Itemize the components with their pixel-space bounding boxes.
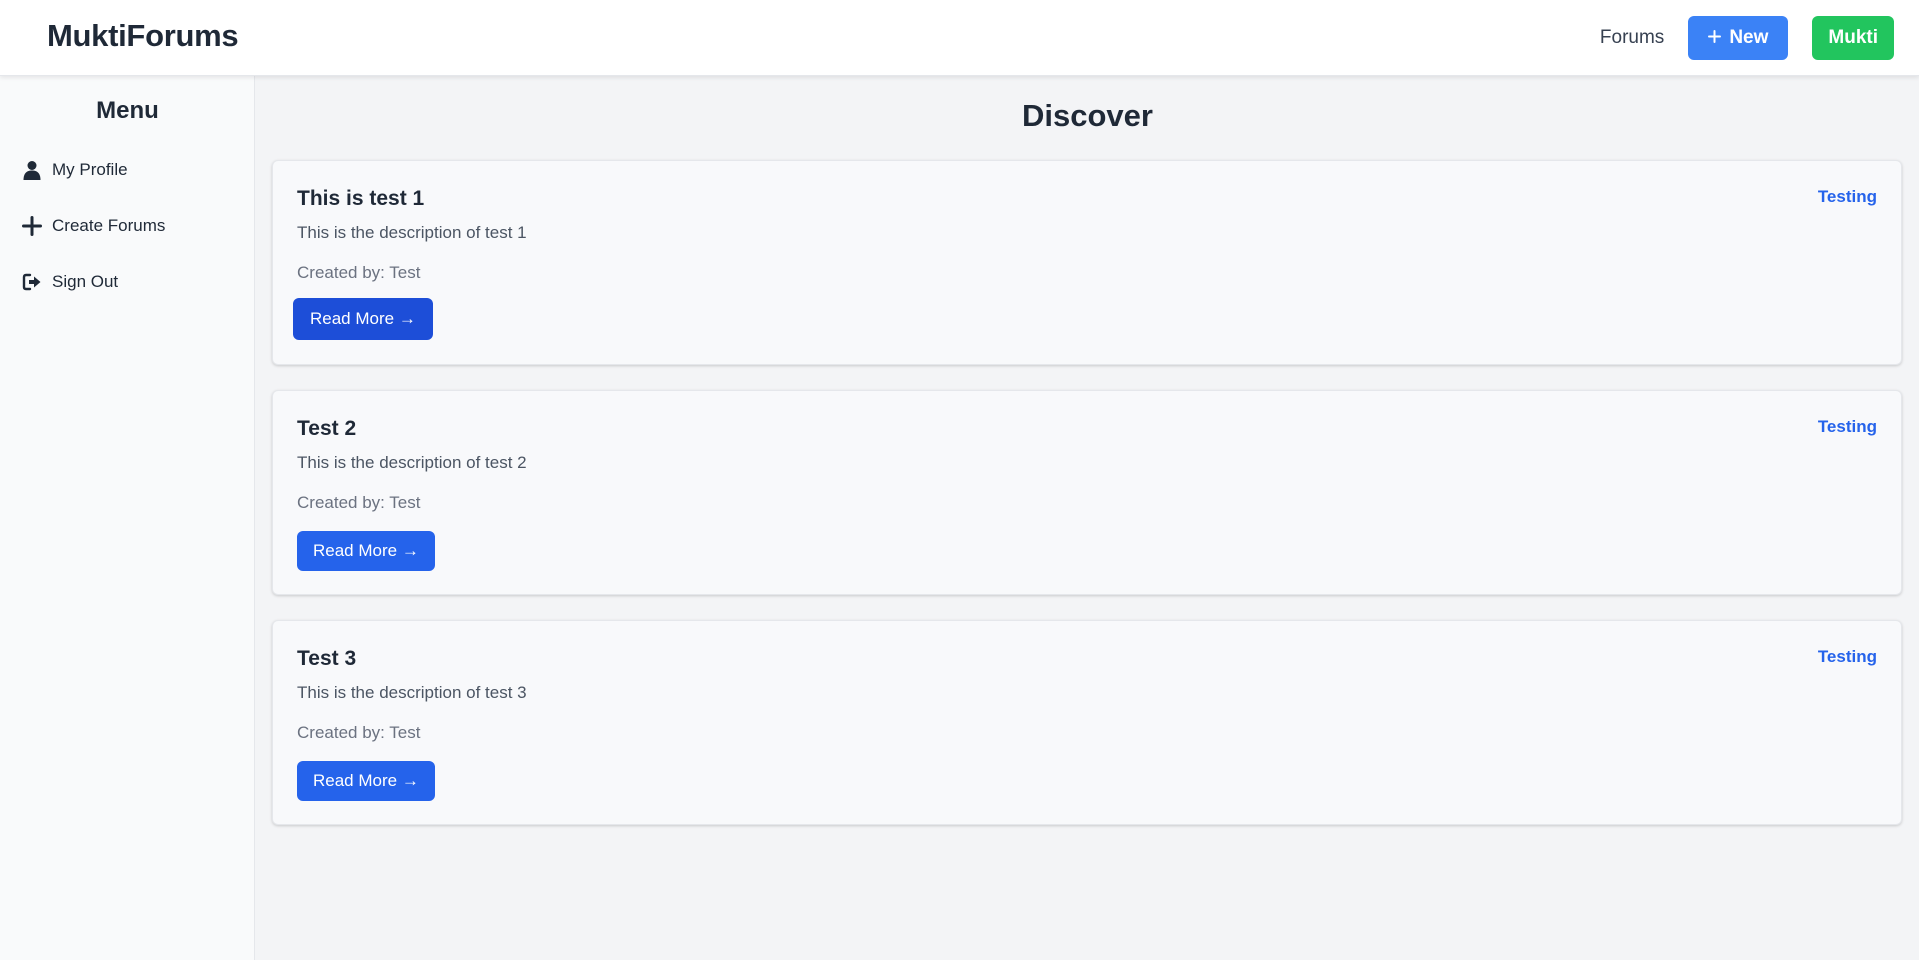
user-icon xyxy=(22,160,42,180)
sidebar-item-label: Create Forums xyxy=(52,216,166,235)
forum-description: This is the description of test 3 xyxy=(297,683,527,702)
sidebar-item-sign-out[interactable]: Sign Out xyxy=(22,272,118,292)
forum-card: Test 2 Testing This is the description o… xyxy=(272,390,1902,595)
read-more-button[interactable]: Read More → xyxy=(297,531,435,571)
forum-description: This is the description of test 1 xyxy=(297,223,527,242)
nav-actions: Forums New Mukti xyxy=(1600,16,1894,60)
plus-icon xyxy=(1708,27,1722,49)
sidebar-item-my-profile[interactable]: My Profile xyxy=(22,160,128,180)
forum-title: Test 2 xyxy=(297,417,357,440)
brand-logo[interactable]: MuktiForums xyxy=(47,18,239,54)
forum-author: Created by: Test xyxy=(297,263,421,282)
main-content: Discover This is test 1 Testing This is … xyxy=(256,76,1919,960)
forum-title: Test 3 xyxy=(297,647,357,670)
new-button-label: New xyxy=(1729,27,1769,48)
read-more-button[interactable]: Read More → xyxy=(297,761,435,801)
page-title: Discover xyxy=(1022,98,1153,133)
nav-forums-link[interactable]: Forums xyxy=(1600,27,1664,49)
forum-title: This is test 1 xyxy=(297,187,425,210)
sidebar: Menu My Profile Create Forums Sign Out xyxy=(0,76,255,960)
sidebar-item-label: My Profile xyxy=(52,160,128,179)
forum-card: Test 3 Testing This is the description o… xyxy=(272,620,1902,825)
sign-out-icon xyxy=(22,272,42,292)
forum-description: This is the description of test 2 xyxy=(297,453,527,472)
forum-tag[interactable]: Testing xyxy=(1818,647,1877,667)
plus-icon xyxy=(22,216,42,236)
user-account-button[interactable]: Mukti xyxy=(1812,16,1894,60)
sidebar-title: Menu xyxy=(96,97,159,124)
forum-author: Created by: Test xyxy=(297,723,421,742)
sidebar-item-label: Sign Out xyxy=(52,272,119,291)
read-more-button[interactable]: Read More → xyxy=(293,298,433,340)
forum-tag[interactable]: Testing xyxy=(1818,187,1877,207)
top-navbar: MuktiForums Forums New Mukti xyxy=(0,0,1919,76)
forum-tag[interactable]: Testing xyxy=(1818,417,1877,437)
sidebar-item-create-forums[interactable]: Create Forums xyxy=(22,216,165,236)
forum-card: This is test 1 Testing This is the descr… xyxy=(272,160,1902,365)
new-forum-button[interactable]: New xyxy=(1688,16,1789,60)
forum-author: Created by: Test xyxy=(297,493,421,512)
